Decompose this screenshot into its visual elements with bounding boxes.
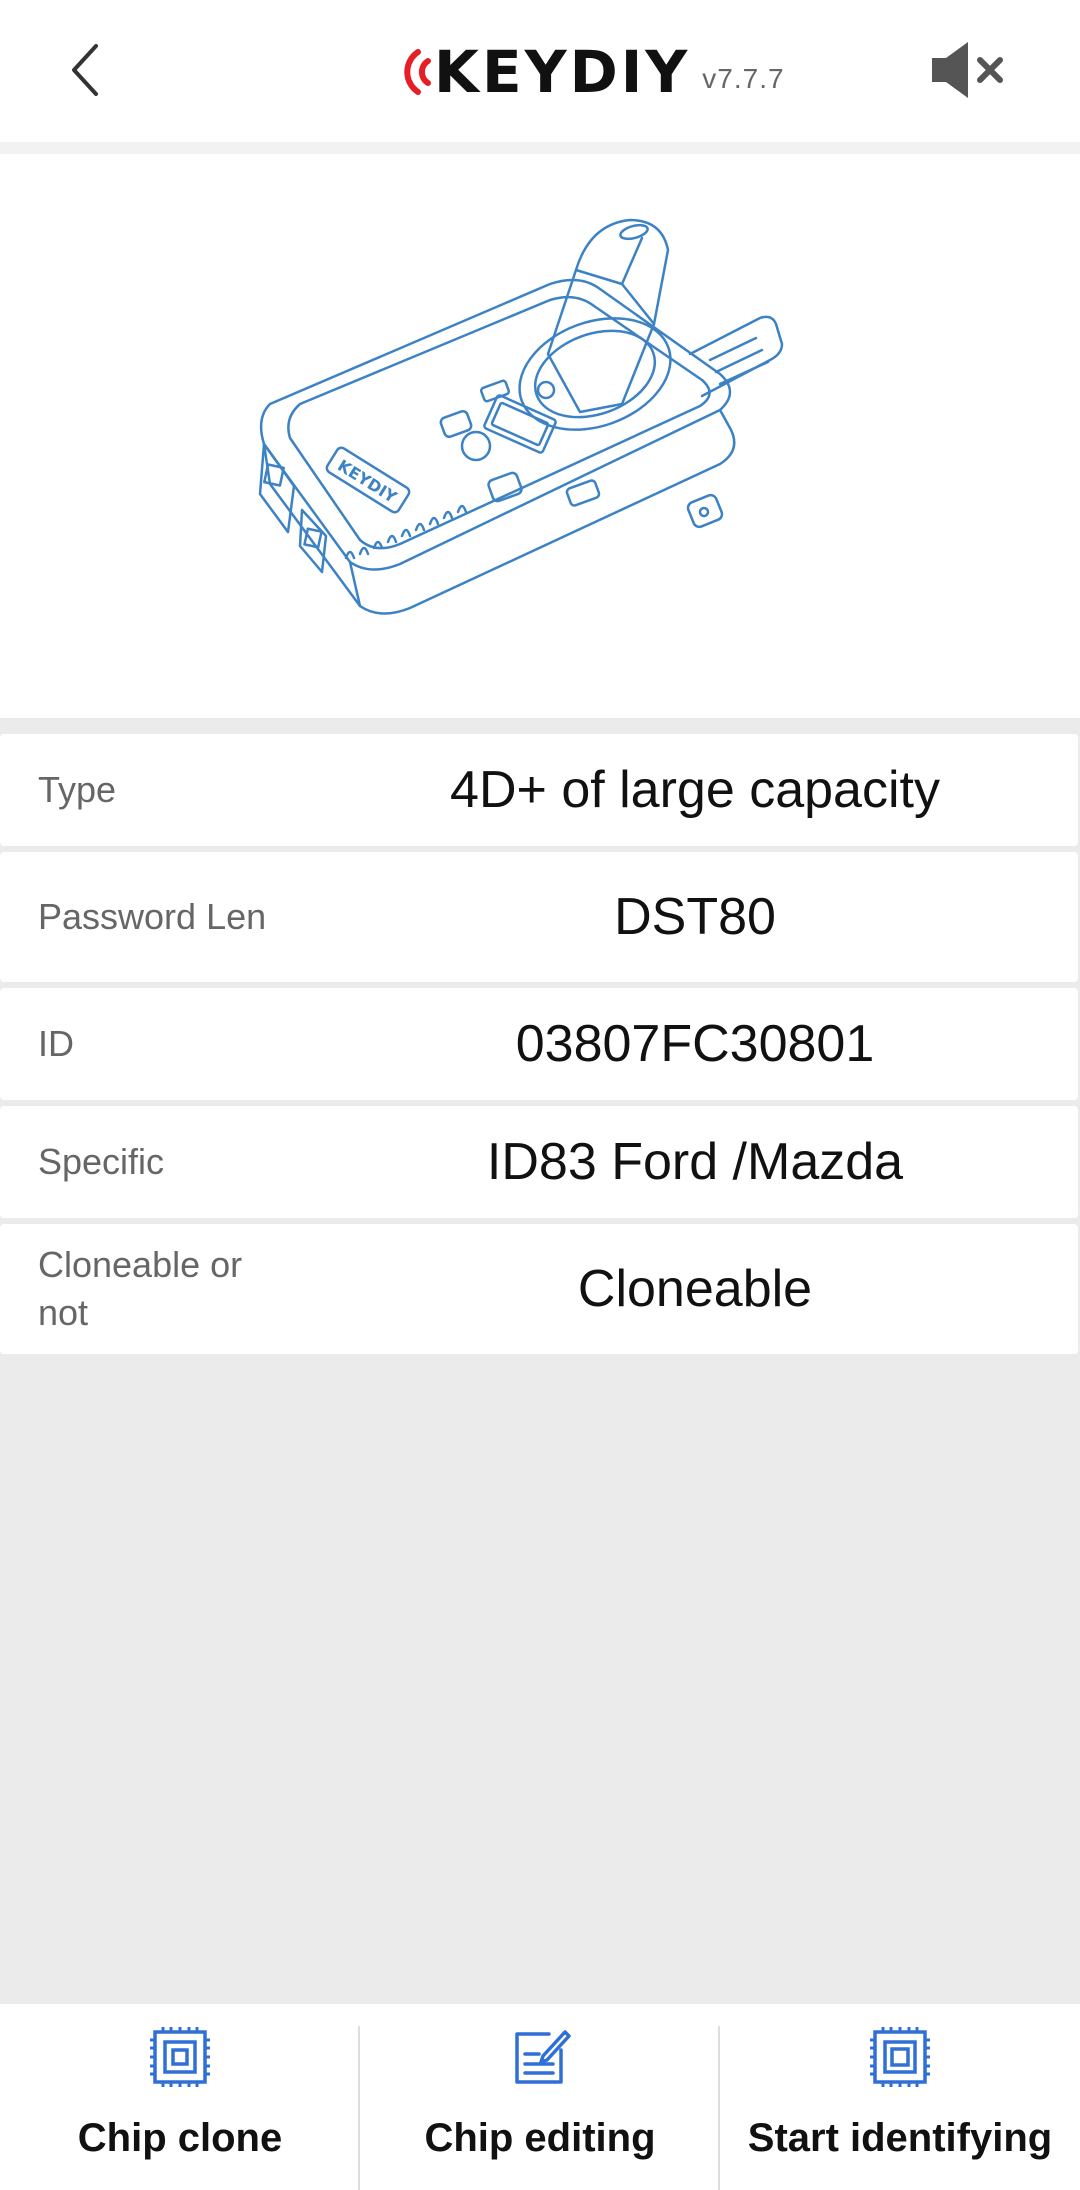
device-illustration-panel: KEYDIY [0, 154, 1080, 718]
bottom-toolbar: Chip clone Chip editing Start identifyin… [0, 2004, 1080, 2190]
app-logo: KEYDIY v7.7.7 [396, 36, 785, 108]
signal-waves-icon [404, 49, 431, 95]
mute-button[interactable] [926, 34, 1010, 106]
start-identifying-button[interactable]: Start identifying [720, 2004, 1080, 2190]
info-label: Specific [38, 1141, 165, 1182]
info-value: 03807FC30801 [515, 1015, 875, 1073]
chip-info-list: Type 4D+ of large capacity Password Len … [0, 734, 1080, 1360]
edit-document-icon [515, 2030, 571, 2084]
info-row-cloneable: Cloneable or not Cloneable [0, 1224, 1078, 1354]
info-row-password-len: Password Len DST80 [0, 852, 1078, 982]
info-value: 4D+ of large capacity [450, 761, 940, 819]
chip-clone-button[interactable]: Chip clone [0, 2004, 360, 2190]
back-button[interactable] [50, 34, 122, 106]
app-version: v7.7.7 [702, 63, 785, 94]
info-label: Cloneable or not [38, 1244, 243, 1333]
info-row-id: ID 03807FC30801 [0, 988, 1078, 1100]
info-value: Cloneable [577, 1260, 813, 1318]
info-row-specific: Specific ID83 Ford /Mazda [0, 1106, 1078, 1218]
chip-clone-label: Chip clone [77, 2116, 283, 2160]
info-row-type: Type 4D+ of large capacity [0, 734, 1078, 846]
chip-editing-label: Chip editing [424, 2116, 656, 2160]
chip-info-screen: KEYDIY v7.7.7 KEYDIY Type 4D+ of large c… [0, 0, 1080, 2190]
info-label: ID [38, 1023, 74, 1064]
info-label: Type [38, 769, 117, 810]
info-value: DST80 [614, 888, 776, 946]
chip-scan-icon [870, 2027, 930, 2087]
chevron-left-icon [72, 44, 98, 96]
speaker-muted-icon [932, 42, 1003, 98]
app-header: KEYDIY v7.7.7 [0, 0, 1080, 142]
chip-editing-button[interactable]: Chip editing [360, 2004, 720, 2190]
chip-icon [150, 2027, 210, 2087]
device-illustration: KEYDIY [258, 218, 784, 615]
start-identifying-label: Start identifying [747, 2116, 1053, 2160]
info-label: Password Len [38, 896, 267, 937]
header-divider [0, 142, 1080, 154]
logo-text: KEYDIY [434, 38, 691, 106]
info-value: ID83 Ford /Mazda [486, 1133, 904, 1191]
